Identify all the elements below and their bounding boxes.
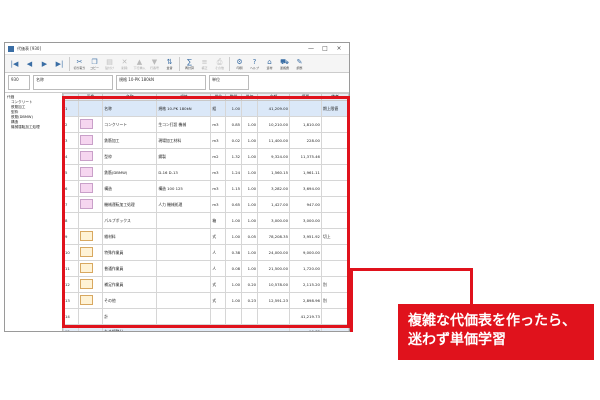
insert-up-button[interactable]: ▲ 下行挿入 — [132, 56, 147, 72]
prev-icon: ◀ — [26, 59, 33, 68]
window-title: 代価表 [930] — [17, 45, 42, 51]
toolbar-label: 印刷 — [236, 65, 243, 70]
connector-line — [350, 268, 472, 271]
first-button[interactable]: |◀ — [7, 56, 22, 72]
maximize-button[interactable]: □ — [318, 45, 332, 52]
next-button[interactable]: ▶ — [37, 56, 52, 72]
print-button[interactable]: ⎙ その他 — [212, 56, 227, 72]
toolbar-separator — [229, 56, 230, 71]
toolbar-label: 削除 — [121, 65, 128, 70]
callout-line: 迷わず単価学習 — [408, 332, 506, 348]
spec-field[interactable]: 規格 10-PK 180kN — [116, 75, 206, 90]
toolbar-label: コピー — [89, 65, 99, 70]
sort-button[interactable]: ⇅ 並替 — [162, 56, 177, 72]
transport-icon: ⛟ — [280, 57, 289, 66]
insert-down-icon: ▼ — [151, 57, 158, 66]
code-field[interactable]: 930 — [8, 75, 30, 90]
toolbar-label: 並替 — [166, 65, 173, 70]
insert-down-button[interactable]: ▼ 行番号 — [147, 56, 162, 72]
last-button[interactable]: ▶| — [52, 56, 67, 72]
adjust-icon: ✎ — [296, 57, 303, 66]
paste-button[interactable]: ▤ 貼付け — [102, 56, 117, 72]
toolbar-label: ヘルプ — [249, 65, 259, 70]
callout-box: 複雑な代価表を作ったら、 迷わず単価学習 — [398, 304, 594, 360]
toolbar-label: 下行挿入 — [133, 65, 146, 70]
calc-icon: ∑ — [187, 57, 192, 66]
category-tree: 代価 コンクリート 鉄筋加工 型枠 鉄筋(DBMW) 構造 機械運転加工処理 — [5, 93, 63, 331]
minimize-button[interactable]: — — [304, 45, 318, 52]
name-field[interactable]: 名称 — [33, 75, 113, 90]
toolbar-label: 資材 — [266, 65, 273, 70]
highlight-frame — [62, 96, 350, 328]
unit-icon: ≡ — [201, 57, 208, 66]
close-button[interactable]: × — [332, 45, 346, 52]
toolbar-label: 運搬費 — [279, 65, 289, 70]
stage: 代価表 [930] — □ × |◀ ◀ ▶ ▶| ✂ 切り取り ❐ コピー ▤ 貼付け ✕ 削除 ▲ 下… — [0, 0, 600, 400]
unit-button[interactable]: ≡ 補正 — [197, 56, 212, 72]
toolbar-label: その他 — [214, 65, 224, 70]
toolbar-label: 切り取り — [73, 65, 86, 70]
cut-icon: ✂ — [76, 57, 83, 66]
calc-button[interactable]: ∑ 再計算 — [182, 56, 197, 72]
paste-icon: ▤ — [106, 57, 113, 66]
first-icon: |◀ — [10, 59, 19, 68]
toolbar-label: 貼付け — [104, 65, 114, 70]
material-icon: ⌂ — [267, 57, 272, 66]
title-bar: 代価表 [930] — □ × — [5, 43, 349, 55]
settings-icon: ⚙ — [236, 57, 243, 66]
sort-icon: ⇅ — [166, 57, 173, 66]
toolbar-label: 行番号 — [149, 65, 159, 70]
callout-line: 複雑な代価表を作ったら、 — [408, 313, 576, 329]
copy-button[interactable]: ❐ コピー — [87, 56, 102, 72]
toolbar-label: 再計算 — [184, 65, 194, 70]
help-button[interactable]: ? ヘルプ — [247, 56, 262, 72]
print-icon: ⎙ — [216, 57, 223, 66]
toolbar-label: 補正 — [201, 65, 208, 70]
toolbar-separator — [179, 56, 180, 71]
connector-line — [350, 268, 353, 332]
prev-button[interactable]: ◀ — [22, 56, 37, 72]
delete-button[interactable]: ✕ 削除 — [117, 56, 132, 72]
toolbar-separator — [69, 56, 70, 71]
connector-line — [470, 268, 473, 306]
delete-icon: ✕ — [121, 57, 128, 66]
material-button[interactable]: ⌂ 資材 — [262, 56, 277, 72]
toolbar-label: 調整 — [296, 65, 303, 70]
copy-icon: ❐ — [91, 57, 98, 66]
app-icon — [8, 45, 14, 52]
cut-button[interactable]: ✂ 切り取り — [72, 56, 87, 72]
settings-button[interactable]: ⚙ 印刷 — [232, 56, 247, 72]
adjust-button[interactable]: ✎ 調整 — [292, 56, 307, 72]
transport-button[interactable]: ⛟ 運搬費 — [277, 56, 292, 72]
toolbar: |◀ ◀ ▶ ▶| ✂ 切り取り ❐ コピー ▤ 貼付け ✕ 削除 ▲ 下行挿入 ▼ 行番号 ⇅ 並替 ∑ 再計算 ≡ 補… — [5, 55, 349, 73]
last-icon: ▶| — [55, 59, 64, 68]
info-bar: 930 名称 規格 10-PK 180kN 単位 — [5, 73, 349, 93]
unit-field[interactable]: 単位 — [209, 75, 249, 90]
tree-item[interactable]: 機械運転加工処理 — [7, 125, 60, 130]
help-icon: ? — [252, 57, 257, 66]
insert-up-icon: ▲ — [136, 57, 143, 66]
next-icon: ▶ — [41, 59, 48, 68]
